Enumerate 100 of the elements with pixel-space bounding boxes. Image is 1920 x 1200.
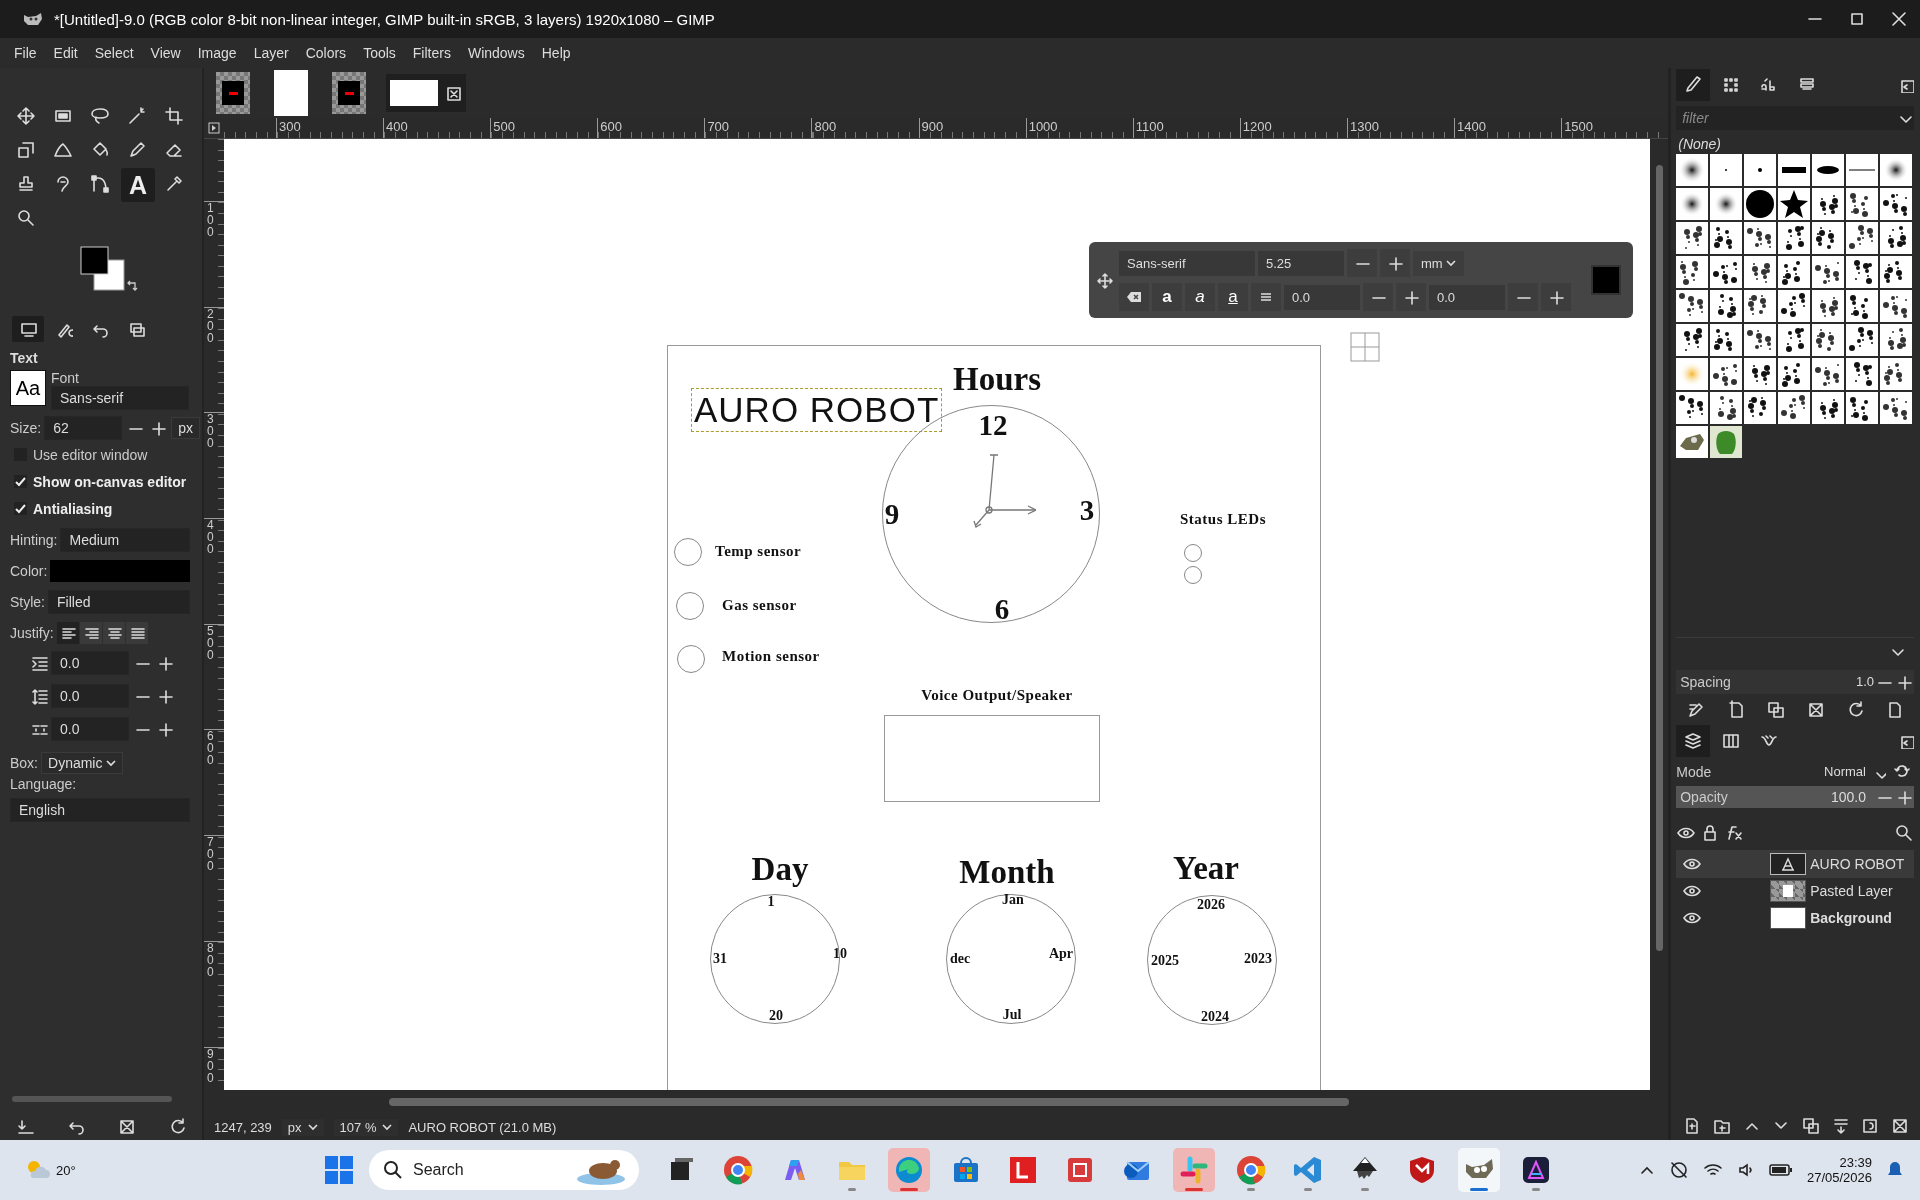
ruler-label: 900 [918,118,1026,138]
dial-label: 2026 [1197,897,1225,913]
layer-name: Pasted Layer [1810,883,1893,899]
field-label: Mode [1676,763,1713,780]
font-field[interactable]: Sans-serif [1119,250,1255,276]
font-preview[interactable]: Aa [10,370,46,406]
field-label: Box: [10,755,38,771]
zoom-dropdown[interactable]: 107 % [333,1118,399,1136]
hinting-dropdown[interactable]: Medium [60,528,190,552]
ruler-label: 900 [206,1047,214,1084]
style-dropdown[interactable]: Filled [48,590,190,614]
ruler-label: 1000 [1025,118,1133,138]
ruler-label: 700 [206,836,214,873]
ruler-label: 400 [383,118,491,138]
dial-label: 10 [833,946,847,962]
unit-dropdown[interactable]: px [281,1118,324,1136]
clock-date: 27/05/2026 [1806,1170,1872,1185]
baseline-field[interactable]: 0.0 [1284,284,1360,310]
menu-item[interactable]: Edit [51,45,88,61]
section-label: Status LEDs [1180,510,1266,528]
layer-name: AURO ROBOT [1810,856,1905,872]
menu-item[interactable]: Select [92,45,144,61]
menu-item[interactable]: File [12,45,47,61]
size-field[interactable]: 5.25 [1258,250,1344,276]
size-field[interactable]: 62 [44,416,123,440]
layer-name: Background [1810,910,1892,926]
ruler-label: 500 [490,118,598,138]
font-field[interactable]: Sans-serif [51,386,189,410]
ruler-label: 1200 [1239,118,1347,138]
dial-label: 2024 [1201,1009,1229,1025]
kerning-field[interactable]: 0.0 [1429,284,1505,310]
field-label: Style: [10,594,45,610]
menu-item[interactable]: Windows [465,45,535,61]
dial-title: Month [959,853,1055,891]
ruler-label: 500 [206,624,214,661]
spacing-slider[interactable]: Spacing 1.0 [1676,669,1914,694]
sensor-label: Gas sensor [722,596,797,614]
ruler-label: 200 [206,307,214,344]
checkbox-label: Use editor window [33,446,148,463]
ruler-label: 700 [704,118,812,138]
ruler-label: 1100 [1132,118,1240,138]
clock-number: 12 [978,408,1008,442]
field-label: Color: [10,563,48,579]
ruler-label: 1300 [1346,118,1455,138]
layer-row[interactable]: AURO ROBOT [1676,850,1914,878]
sensor-label: Motion sensor [722,647,820,665]
menu-item[interactable]: Filters [410,45,461,61]
status-message: AURO ROBOT (21.0 MB) [408,1119,557,1135]
spacing-field[interactable]: 0.0 [51,716,129,741]
field-label: Hinting: [10,532,58,548]
bold-button[interactable]: a [1152,283,1182,311]
dial-label: Jan [1002,892,1024,908]
language-field[interactable]: English [10,798,190,822]
text-tool[interactable]: A [121,168,155,202]
unit-dropdown[interactable]: mm [1413,250,1464,276]
dial-label: 31 [713,951,727,967]
unit-dropdown[interactable]: px [171,417,200,439]
italic-button[interactable]: a [1185,283,1215,311]
dial-label: Apr [1048,946,1074,962]
ruler-label: 400 [206,519,214,556]
spacing-field[interactable]: 0.0 [51,650,129,675]
opacity-slider[interactable]: Opacity 100.0 [1676,785,1914,808]
menu-item[interactable]: Colors [303,45,357,61]
mode-dropdown[interactable]: Normal [1824,764,1866,779]
field-label: Justify: [10,625,54,641]
layer-row[interactable]: Pasted Layer [1676,877,1914,905]
checkbox-label: Show on-canvas editor [33,473,187,490]
box-dropdown[interactable]: Dynamic [41,752,124,774]
ruler-label: 300 [206,413,214,450]
ruler-label: 600 [206,730,214,767]
layer-row[interactable]: Background [1676,904,1914,932]
sensor-label: Temp sensor [715,542,802,560]
menu-item[interactable]: Help [539,45,581,61]
spacing-field[interactable]: 0.0 [51,683,129,708]
dial-label: dec [949,951,971,967]
ruler-label: 300 [276,118,384,138]
menu-item[interactable]: Tools [361,45,406,61]
dial-label: 20 [769,1008,783,1024]
pointer-coordinates: 1247, 239 [214,1119,272,1135]
menu-item[interactable]: Layer [251,45,299,61]
ruler-label: 100 [206,202,214,238]
field-label: Font [51,370,80,386]
clock-number: 9 [884,497,900,531]
dial-title: Day [751,850,809,888]
menu-item[interactable]: Image [195,45,247,61]
field-label: Size: [10,420,42,436]
ruler-label: 600 [597,118,705,138]
text-layer[interactable]: AURO ROBOT [691,388,943,432]
clock-number: 6 [994,592,1010,626]
checkbox-label: Antialiasing [33,500,113,517]
clock-time: 23:39 [1839,1155,1872,1170]
search-field[interactable]: Search [369,1150,639,1190]
underline-button[interactable]: a [1218,283,1248,311]
clock-number: 3 [1079,493,1095,527]
window-title: *[Untitled]-9.0 (RGB color 8-bit non-linear integer, GIMP built-in sRGB, 3 layers) 1920x1080 – GIMP [54,10,716,28]
panel-title: Text [10,350,39,366]
menu-item[interactable]: View [148,45,191,61]
field-label: Language: [10,776,78,792]
temperature-label: 20° [56,1162,76,1178]
image-canvas[interactable]: AURO ROBOT Hours 12 3 6 9 Status LEDs Temp sensor Gas sensor Motion sensor Voice Output/Speaker Day 1 10 20 31 Month Jan Apr Jul dec Year 2026 2023 2024 2025 Sans-serif 5.25 mm a a a 0.0 0.0 [224,139,1651,1090]
